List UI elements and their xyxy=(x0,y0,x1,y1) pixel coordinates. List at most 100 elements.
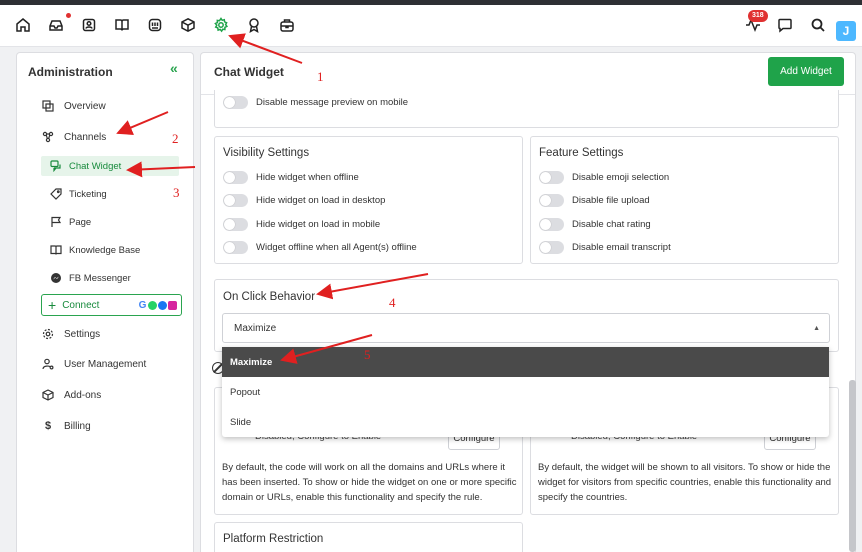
chat-bubble-icon[interactable] xyxy=(776,16,794,34)
toggle-label: Hide widget when offline xyxy=(256,172,359,183)
connect-channel-icons: G xyxy=(138,299,177,311)
inbox-unread-dot xyxy=(66,13,71,18)
dropdown-option-slide[interactable]: Slide xyxy=(222,407,829,437)
book-icon[interactable] xyxy=(113,16,131,34)
sidebar-item-label: Settings xyxy=(64,328,101,340)
box-icon xyxy=(41,388,55,402)
gear-icon[interactable] xyxy=(212,16,230,34)
widget-icon[interactable] xyxy=(146,16,164,34)
toggle-label: Widget offline when all Agent(s) offline xyxy=(256,242,417,253)
domain-description: By default, the code will work on all th… xyxy=(222,462,517,503)
box-icon[interactable] xyxy=(179,16,197,34)
toggle-label: Disable email transcript xyxy=(572,242,671,253)
preview-settings-card: Disable message preview on mobile xyxy=(214,90,839,128)
sidebar-item-label: Overview xyxy=(64,100,106,112)
user-gear-icon xyxy=(41,357,55,371)
sidebar-item-label: Chat Widget xyxy=(69,160,122,172)
inbox-icon[interactable] xyxy=(47,16,65,34)
sidebar-item-user-management[interactable]: User Management xyxy=(41,357,146,371)
on-click-behavior-select[interactable]: Maximize ▲ xyxy=(222,313,830,343)
visibility-settings-card: Visibility Settings Hide widget when off… xyxy=(214,136,523,264)
toggle-row: Hide widget when offline xyxy=(223,171,359,184)
sidebar-item-chat-widget[interactable]: Chat Widget xyxy=(41,156,179,176)
annotation-number-3: 3 xyxy=(173,185,180,200)
page-title: Chat Widget xyxy=(214,65,284,79)
hide-mobile-toggle[interactable] xyxy=(223,218,248,231)
home-icon[interactable] xyxy=(14,16,32,34)
dropdown-option-popout[interactable]: Popout xyxy=(222,377,829,407)
sidebar-item-knowledge-base[interactable]: Knowledge Base xyxy=(49,243,140,257)
toggle-label: Disable message preview on mobile xyxy=(256,97,409,108)
annotation-number-1: 1 xyxy=(317,69,324,84)
channels-icon xyxy=(41,130,55,144)
notification-count-badge: 318 xyxy=(748,10,768,22)
agents-offline-toggle[interactable] xyxy=(223,241,248,254)
sidebar-item-channels[interactable]: Channels xyxy=(41,130,106,144)
emoji-toggle[interactable] xyxy=(539,171,564,184)
platform-restriction-card: Platform Restriction xyxy=(214,522,523,552)
sidebar-item-label: Page xyxy=(69,216,92,228)
sidebar-item-label: Billing xyxy=(64,420,91,432)
toggle-label: Disable file upload xyxy=(572,195,650,206)
main-scrollbar[interactable] xyxy=(849,380,856,552)
main-header: Chat Widget Add Widget xyxy=(201,53,855,95)
toggle-row: Widget offline when all Agent(s) offline xyxy=(223,241,417,254)
chat-widget-icon xyxy=(49,159,63,173)
messenger-icon xyxy=(158,300,167,310)
whatsapp-icon xyxy=(148,300,157,310)
country-description: By default, the widget will be shown to … xyxy=(538,462,832,503)
toggle-row: Hide widget on load in mobile xyxy=(223,218,380,231)
google-icon: G xyxy=(138,299,147,311)
sidebar-item-label: FB Messenger xyxy=(69,272,131,284)
sidebar-item-overview[interactable]: Overview xyxy=(41,99,106,113)
add-widget-button[interactable]: Add Widget xyxy=(768,57,844,86)
user-avatar[interactable]: J xyxy=(836,21,856,41)
toggle-row: Disable email transcript xyxy=(539,241,671,254)
card-title: Platform Restriction xyxy=(223,533,324,545)
sidebar-item-page[interactable]: Page xyxy=(49,215,91,229)
connect-label: Connect xyxy=(62,299,100,311)
mobile-preview-toggle[interactable] xyxy=(223,96,248,109)
connect-button[interactable]: + Connect G xyxy=(41,294,182,316)
toggle-label: Disable chat rating xyxy=(572,219,651,230)
toggle-row: Disable file upload xyxy=(539,194,650,207)
toggle-row: Disable emoji selection xyxy=(539,171,669,184)
on-click-behavior-dropdown: Maximize Popout Slide xyxy=(222,347,829,437)
caret-up-icon: ▲ xyxy=(813,325,820,332)
file-upload-toggle[interactable] xyxy=(539,194,564,207)
contacts-icon[interactable] xyxy=(80,16,98,34)
card-title: Visibility Settings xyxy=(223,147,310,159)
search-icon[interactable] xyxy=(809,16,827,34)
sidebar-item-add-ons[interactable]: Add-ons xyxy=(41,388,101,402)
sidebar-item-ticketing[interactable]: Ticketing xyxy=(49,187,107,201)
annotation-number-5: 5 xyxy=(364,347,371,362)
briefcase-icon[interactable] xyxy=(278,16,296,34)
sidebar-item-label: Add-ons xyxy=(64,389,102,401)
award-icon[interactable] xyxy=(245,16,263,34)
sidebar-item-settings[interactable]: Settings xyxy=(41,327,100,341)
admin-sidebar: Administration « Overview Channels Chat … xyxy=(16,52,194,552)
sidebar-item-label: Ticketing xyxy=(69,188,107,200)
collapse-sidebar-icon[interactable]: « xyxy=(170,60,178,76)
overview-icon xyxy=(41,99,55,113)
chat-rating-toggle[interactable] xyxy=(539,218,564,231)
top-nav-bar: 318 J xyxy=(0,5,862,47)
email-transcript-toggle[interactable] xyxy=(539,241,564,254)
sidebar-item-label: Knowledge Base xyxy=(69,244,141,256)
ticket-icon xyxy=(49,187,63,201)
select-value: Maximize xyxy=(234,322,277,334)
toggle-row: Hide widget on load in desktop xyxy=(223,194,385,207)
messenger-icon xyxy=(49,271,63,285)
sidebar-item-billing[interactable]: $ Billing xyxy=(41,419,91,433)
annotation-number-2: 2 xyxy=(172,131,179,146)
toggle-row: Disable chat rating xyxy=(539,218,651,231)
plus-icon: + xyxy=(48,297,57,313)
card-title: Feature Settings xyxy=(539,147,624,159)
sidebar-item-fb-messenger[interactable]: FB Messenger xyxy=(49,271,131,285)
sidebar-title: Administration xyxy=(28,65,113,79)
hide-desktop-toggle[interactable] xyxy=(223,194,248,207)
feature-settings-card: Feature Settings Disable emoji selection… xyxy=(530,136,839,264)
hide-when-offline-toggle[interactable] xyxy=(223,171,248,184)
dropdown-option-maximize[interactable]: Maximize xyxy=(222,347,829,377)
toggle-row: Disable message preview on mobile xyxy=(223,96,408,109)
